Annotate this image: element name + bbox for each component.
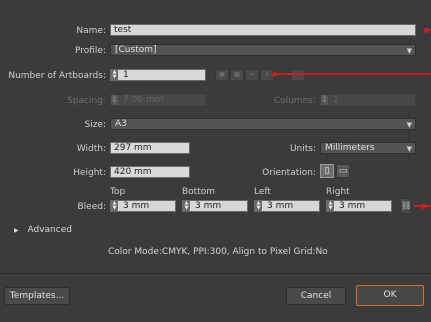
artboards-input[interactable]: ▲ ▼ 1 [110, 69, 206, 81]
units-value: Millimeters [325, 143, 375, 153]
bleed-right-value: 3 mm [339, 201, 366, 211]
spacing-input: ▲ ▼ 7.06 mm [110, 94, 206, 106]
width-label: Width: [76, 144, 106, 154]
advanced-toggle[interactable]: ▶ Advanced [14, 225, 72, 235]
stepper-icon[interactable]: ▲ ▼ [183, 201, 190, 211]
advanced-label: Advanced [27, 225, 72, 235]
ok-button[interactable]: OK [356, 285, 424, 306]
stepper-icon[interactable]: ▲ ▼ [111, 70, 118, 80]
bleed-top-value: 3 mm [123, 201, 150, 211]
bleed-left-header: Left [254, 187, 271, 197]
separator [0, 273, 431, 274]
disclosure-triangle-icon: ▶ [14, 227, 19, 234]
bleed-top-header: Top [110, 187, 126, 197]
link-icon[interactable]: ⛓ [400, 198, 412, 214]
portrait-icon[interactable]: ▯ [320, 164, 334, 178]
bleed-bottom-value: 3 mm [195, 201, 222, 211]
annotation-dot [421, 204, 426, 209]
bleed-right-input[interactable]: ▲ ▼ 3 mm [326, 200, 392, 212]
landscape-icon[interactable]: ▭ [336, 164, 350, 178]
name-label: Name: [76, 26, 106, 36]
grid-by-row-icon[interactable]: ▦ [215, 69, 229, 81]
profile-dropdown[interactable]: [Custom] ▼ [110, 44, 416, 56]
stepper-icon[interactable]: ▲ ▼ [111, 201, 118, 211]
size-dropdown[interactable]: A3 ▼ [110, 118, 416, 130]
height-label: Height: [73, 168, 106, 178]
annotation-line [427, 29, 431, 31]
stepper-icon[interactable]: ▲ ▼ [255, 201, 262, 211]
chevron-down-icon: ▼ [406, 145, 412, 153]
artboards-label: Number of Artboards: [8, 71, 106, 81]
spacing-value: 7.06 mm [123, 95, 164, 105]
width-input[interactable]: 297 mm [110, 142, 190, 154]
bleed-top-input[interactable]: ▲ ▼ 3 mm [110, 200, 176, 212]
chevron-down-icon: ▼ [406, 47, 412, 55]
size-label: Size: [84, 120, 106, 130]
profile-value: [Custom] [115, 45, 157, 55]
units-dropdown[interactable]: Millimeters ▼ [320, 142, 416, 154]
chevron-down-icon: ▼ [406, 121, 412, 129]
grid-by-column-icon[interactable]: ▦ [230, 69, 244, 81]
bleed-bottom-header: Bottom [182, 187, 216, 197]
bleed-left-input[interactable]: ▲ ▼ 3 mm [254, 200, 320, 212]
name-input[interactable]: test [110, 24, 416, 36]
height-input[interactable]: 420 mm [110, 166, 190, 178]
size-value: A3 [115, 119, 127, 129]
profile-label: Profile: [74, 46, 106, 56]
columns-value: 1 [333, 95, 339, 105]
annotation-line [274, 73, 431, 75]
artboards-value: 1 [123, 70, 129, 80]
templates-button[interactable]: Templates... [4, 287, 70, 305]
bleed-left-value: 3 mm [267, 201, 294, 211]
columns-label: Columns: [273, 96, 316, 106]
columns-input: ▲ ▼ 1 [320, 94, 416, 106]
cancel-button[interactable]: Cancel [286, 287, 346, 305]
units-label: Units: [289, 144, 316, 154]
orientation-label: Orientation: [262, 168, 316, 178]
stepper-icon: ▲ ▼ [321, 94, 328, 105]
settings-summary: Color Mode:CMYK, PPI:300, Align to Pixel… [108, 247, 328, 257]
bleed-right-header: Right [326, 187, 350, 197]
annotation-dot [272, 72, 277, 77]
spacing-label: Spacing: [67, 96, 106, 106]
bleed-label: Bleed: [77, 202, 107, 212]
arrange-by-row-icon[interactable]: → [245, 69, 259, 81]
layout-direction-icon[interactable]: ← [291, 69, 305, 81]
stepper-icon[interactable]: ▲ ▼ [327, 201, 334, 211]
bleed-bottom-input[interactable]: ▲ ▼ 3 mm [182, 200, 248, 212]
stepper-icon: ▲ ▼ [111, 94, 118, 105]
